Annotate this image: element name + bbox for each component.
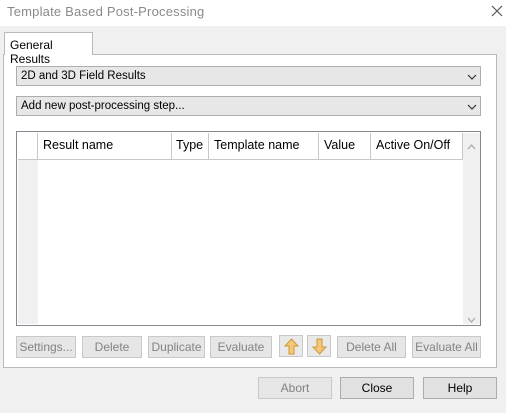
chevron-down-icon (467, 102, 477, 110)
column-header-template-name[interactable]: Template name (209, 133, 319, 160)
result-type-dropdown[interactable]: 2D and 3D Field Results (16, 66, 481, 86)
column-header-result-name[interactable]: Result name (38, 133, 172, 160)
column-header-label: Template name (214, 138, 300, 152)
arrow-down-icon (312, 338, 327, 355)
help-button[interactable]: Help (423, 377, 497, 399)
arrow-up-icon (284, 338, 299, 355)
evaluate-button[interactable]: Evaluate (210, 336, 272, 358)
add-step-dropdown[interactable]: Add new post-processing step... (16, 96, 481, 116)
settings-button[interactable]: Settings... (16, 336, 76, 358)
title-bar: Template Based Post-Processing (0, 0, 506, 26)
column-header-label: Type (176, 138, 204, 152)
column-header-value[interactable]: Value (319, 133, 371, 160)
move-up-button[interactable] (279, 335, 303, 357)
column-header-label: Result name (43, 138, 114, 152)
window-title: Template Based Post-Processing (7, 4, 205, 19)
chevron-down-icon (467, 72, 477, 80)
result-type-value: 2D and 3D Field Results (21, 70, 146, 82)
abort-button[interactable]: Abort (258, 377, 332, 399)
row-header-corner (18, 133, 38, 160)
delete-button[interactable]: Delete (82, 336, 142, 358)
vertical-scrollbar[interactable] (463, 133, 480, 324)
evaluate-all-button[interactable]: Evaluate All (412, 336, 481, 358)
delete-all-button[interactable]: Delete All (337, 336, 406, 358)
column-header-active[interactable]: Active On/Off (371, 133, 463, 160)
duplicate-button[interactable]: Duplicate (148, 336, 205, 358)
results-table[interactable]: Result name Type Template name Value Act… (16, 131, 481, 326)
add-step-value: Add new post-processing step... (21, 100, 185, 112)
tab-general-results[interactable]: General Results (4, 32, 93, 66)
close-button[interactable]: Close (340, 377, 414, 399)
column-header-label: Value (324, 138, 356, 152)
tab-label: General Results (10, 38, 53, 66)
column-header-label: Active On/Off (376, 138, 451, 152)
close-icon[interactable] (489, 3, 505, 19)
scroll-down-icon[interactable] (467, 312, 476, 323)
row-header-column (18, 160, 38, 324)
move-down-button[interactable] (307, 335, 331, 357)
scroll-up-icon[interactable] (467, 139, 476, 150)
column-header-type[interactable]: Type (172, 133, 209, 160)
